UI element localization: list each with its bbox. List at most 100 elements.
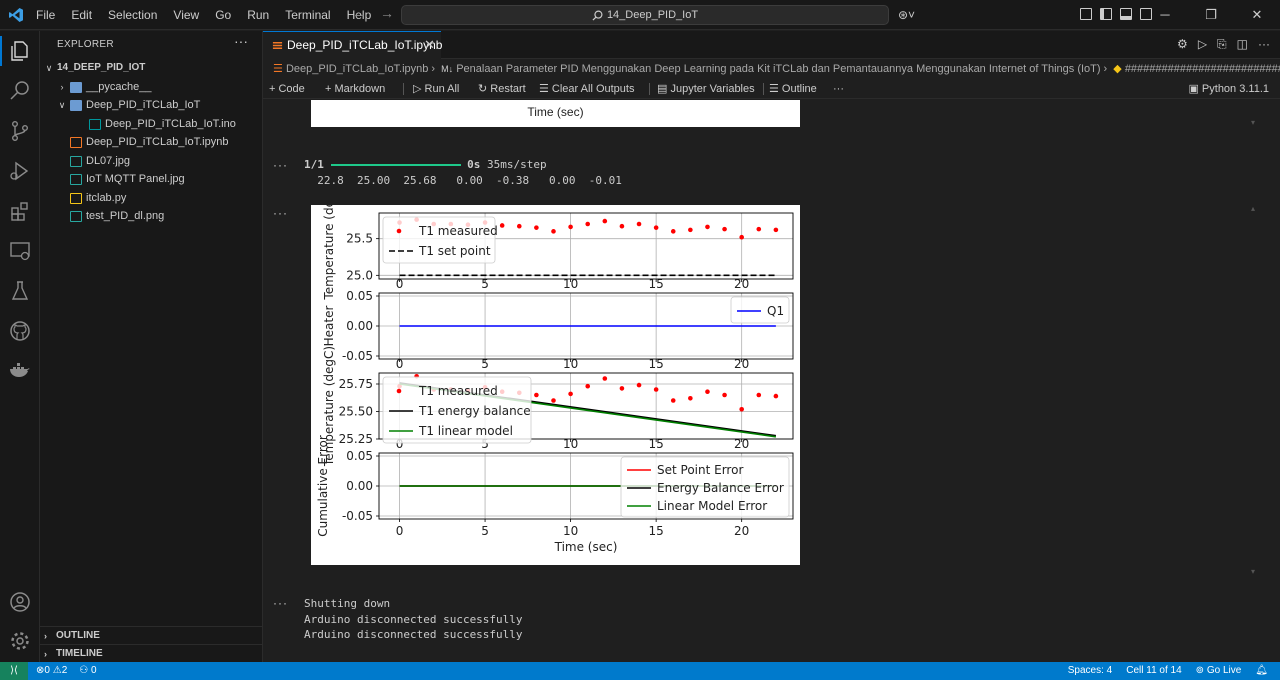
menu-item-run[interactable]: Run: [239, 8, 277, 22]
run-debug-icon[interactable]: [8, 159, 32, 183]
toggle-sidebar-icon[interactable]: [1100, 8, 1112, 20]
menu-item-view[interactable]: View: [165, 8, 207, 22]
command-center-search[interactable]: 14_Deep_PID_IoT: [401, 5, 889, 25]
output-line: Arduino disconnected successfully: [304, 612, 523, 626]
data-point: [619, 223, 625, 229]
workspace-folder[interactable]: ∨ 14_DEEP_PID_IOT: [40, 59, 262, 78]
data-point: [653, 387, 659, 392]
data-point: [585, 383, 591, 389]
data-point: [722, 392, 727, 398]
settings-gear-icon[interactable]: [8, 629, 32, 653]
tree-item[interactable]: ∨ Deep_PID_iTCLab_IoT: [40, 96, 262, 115]
search-icon[interactable]: [8, 79, 32, 103]
more-actions-icon[interactable]: ···: [234, 33, 248, 49]
open-changes-icon[interactable]: ⎘: [1217, 37, 1227, 52]
cell-position-status[interactable]: Cell 11 of 14: [1126, 662, 1181, 680]
chevron-icon[interactable]: ›: [57, 78, 67, 97]
remote-indicator-icon[interactable]: ⟩⟨: [0, 662, 28, 680]
x-tick-label: 5: [481, 524, 489, 538]
outline-section[interactable]: › OUTLINE: [40, 626, 262, 644]
breadcrumb-file[interactable]: Deep_PID_iTCLab_IoT.ipynb: [286, 63, 428, 75]
variables-label: Jupyter Variables: [670, 83, 755, 95]
data-point: [551, 398, 556, 403]
output-more-icon[interactable]: ···: [273, 158, 288, 172]
tree-item[interactable]: DL07.jpg: [40, 152, 262, 171]
remote-explorer-icon[interactable]: [8, 239, 32, 263]
breadcrumb-heading[interactable]: Penalaan Parameter PID Menggunakan Deep …: [456, 63, 1100, 75]
x-tick-label: 15: [648, 524, 663, 538]
github-icon[interactable]: [8, 319, 32, 343]
breadcrumb-code[interactable]: ################################: [1125, 63, 1280, 75]
menu-item-selection[interactable]: Selection: [100, 8, 165, 22]
explorer-title: EXPLORER: [57, 39, 114, 50]
outline-button[interactable]: ☰ Outline: [769, 80, 817, 98]
close-window-icon[interactable]: ✕: [1234, 0, 1280, 30]
split-editor-icon[interactable]: ◫: [1237, 37, 1248, 52]
source-control-icon[interactable]: [8, 119, 32, 143]
copilot-icon[interactable]: ⊛˅: [898, 8, 926, 22]
tree-item[interactable]: itclab.py: [40, 189, 262, 208]
tree-item[interactable]: Deep_PID_iTCLab_IoT.ipynb: [40, 133, 262, 152]
accounts-icon[interactable]: [8, 590, 32, 614]
progress-step: 1/1: [304, 158, 324, 171]
tree-item[interactable]: Deep_PID_iTCLab_IoT.ino: [40, 115, 262, 134]
output-more-icon[interactable]: ···: [273, 596, 288, 610]
figure-more-icon[interactable]: ···: [273, 206, 288, 220]
close-tab-icon[interactable]: ✕: [424, 32, 435, 58]
toggle-panel-icon[interactable]: [1120, 8, 1132, 20]
more-icon[interactable]: ···: [1258, 37, 1270, 52]
status-bar: ⟩⟨ ⊗0 ⚠2 ⚇ 0 Spaces: 4 Cell 11 of 14 ⊚ G…: [0, 662, 1280, 680]
menu-item-terminal[interactable]: Terminal: [277, 8, 338, 22]
indentation-status[interactable]: Spaces: 4: [1068, 662, 1112, 680]
restore-icon[interactable]: ❐: [1188, 0, 1234, 30]
kernel-picker[interactable]: ▣ Python 3.11.1: [1188, 80, 1269, 98]
more-toolbar-button[interactable]: ···: [833, 80, 844, 98]
data-point: [756, 226, 762, 232]
tree-item[interactable]: › __pycache__: [40, 78, 262, 97]
ports-status[interactable]: ⚇ 0: [79, 662, 96, 680]
add-code-button[interactable]: + Code: [269, 80, 305, 98]
minimize-icon[interactable]: ─: [1142, 0, 1188, 30]
menu-item-go[interactable]: Go: [207, 8, 239, 22]
extensions-icon[interactable]: [8, 199, 32, 223]
img-icon: [70, 174, 82, 185]
tab-notebook[interactable]: Deep_PID_iTCLab_IoT.ipynb ✕: [263, 31, 442, 59]
add-markdown-button[interactable]: + Markdown: [325, 80, 385, 98]
go-live-button[interactable]: ⊚ Go Live: [1196, 662, 1242, 680]
jupyter-variables-button[interactable]: ▤ Jupyter Variables: [657, 80, 755, 98]
customize-layout-icon[interactable]: [1080, 8, 1092, 20]
x-tick-label: 0: [396, 524, 404, 538]
tab-bar: Deep_PID_iTCLab_IoT.ipynb ✕ ⚙ ▷ ⎘ ◫ ···: [263, 31, 1280, 59]
nav-arrows[interactable]: ←→: [352, 5, 408, 21]
y-tick-label: -0.05: [342, 349, 373, 363]
data-point: [705, 389, 710, 394]
back-arrow-icon[interactable]: ←: [352, 5, 380, 21]
restart-button[interactable]: ↻ Restart: [478, 80, 526, 98]
data-point: [756, 392, 762, 398]
run-icon[interactable]: ▷: [1198, 37, 1207, 52]
restart-icon: ↻: [478, 83, 491, 95]
docker-icon[interactable]: [8, 359, 32, 383]
settings-icon[interactable]: ⚙: [1177, 37, 1188, 52]
go-live-label: Go Live: [1206, 665, 1242, 676]
problems-status[interactable]: ⊗0 ⚠2: [36, 662, 67, 680]
data-point: [636, 221, 642, 227]
data-point: [602, 218, 608, 224]
run-all-button[interactable]: ▷ Run All: [413, 80, 459, 98]
menu-item-file[interactable]: File: [28, 8, 63, 22]
timeline-section[interactable]: › TIMELINE: [40, 644, 262, 662]
vscode-logo-icon: [9, 8, 23, 22]
clear-outputs-button[interactable]: ☰ Clear All Outputs: [539, 80, 634, 98]
notifications-bell-icon[interactable]: 🔔︎: [1255, 662, 1268, 680]
notebook-cells: Time (sec) ▾ ··· 1/1 0s 35ms/step 22.8 2…: [263, 100, 1280, 662]
tree-item[interactable]: IoT MQTT Panel.jpg: [40, 170, 262, 189]
menu-item-edit[interactable]: Edit: [63, 8, 100, 22]
active-indicator: [0, 36, 2, 66]
chevron-icon[interactable]: ∨: [57, 96, 67, 115]
explorer-icon[interactable]: [8, 39, 32, 63]
legend-label: T1 measured: [418, 224, 498, 238]
testing-icon[interactable]: [8, 279, 32, 303]
tree-item[interactable]: test_PID_dl.png: [40, 207, 262, 226]
editor-area: Deep_PID_iTCLab_IoT.ipynb ✕ ⚙ ▷ ⎘ ◫ ··· …: [263, 31, 1280, 662]
error-count: 0: [44, 665, 50, 676]
